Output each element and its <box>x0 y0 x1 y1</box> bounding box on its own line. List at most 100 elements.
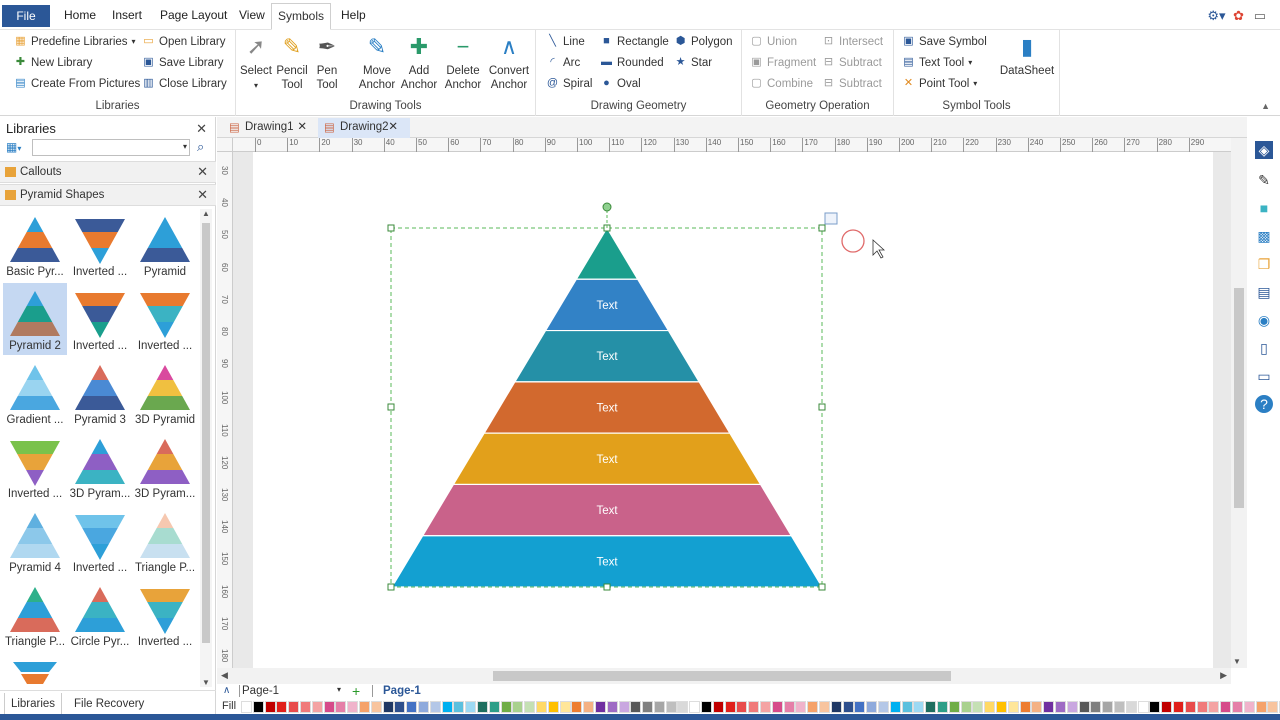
close-icon[interactable]: ✕ <box>297 118 307 136</box>
tab-drawing1[interactable]: ▤ Drawing1 ✕ <box>223 118 313 138</box>
pyramid-level-text[interactable]: Text <box>596 454 618 466</box>
color-swatch[interactable] <box>783 701 795 713</box>
library-shape[interactable]: Pyramid 2 <box>3 283 67 355</box>
color-swatch[interactable] <box>866 701 878 713</box>
library-shape[interactable]: Pyramid 3 <box>68 357 132 429</box>
color-swatch[interactable] <box>264 701 276 713</box>
color-swatch[interactable] <box>299 701 311 713</box>
color-swatch[interactable] <box>1196 701 1208 713</box>
line-button[interactable]: ╲ Line <box>546 35 585 48</box>
fill-icon[interactable]: ◈ <box>1255 141 1273 159</box>
color-swatch[interactable] <box>1149 701 1161 713</box>
close-icon[interactable]: ✕ <box>197 185 208 205</box>
color-swatch[interactable] <box>1031 701 1043 713</box>
library-shape[interactable]: Triangle P... <box>3 579 67 651</box>
color-swatch[interactable] <box>252 701 264 713</box>
scroll-down-icon[interactable]: ▼ <box>1233 657 1241 666</box>
pyramid-level-text[interactable]: Text <box>596 403 618 415</box>
delete-anchor-button[interactable]: − Delete Anchor <box>442 32 484 92</box>
resize-handle[interactable] <box>818 403 826 411</box>
color-swatch[interactable] <box>406 701 418 713</box>
color-swatch[interactable] <box>571 701 583 713</box>
color-swatch[interactable] <box>771 701 783 713</box>
menu-help[interactable]: Help <box>341 8 366 22</box>
color-swatch[interactable] <box>795 701 807 713</box>
rectangle-button[interactable]: ■ Rectangle <box>600 35 669 48</box>
color-swatch[interactable] <box>441 701 453 713</box>
color-swatch[interactable] <box>1184 701 1196 713</box>
library-shape[interactable]: Inverted ... <box>3 431 67 503</box>
library-shape[interactable]: Inverted ... <box>133 579 197 651</box>
color-swatch[interactable] <box>889 701 901 713</box>
intersect-button[interactable]: ⊡ Intersect <box>822 35 883 48</box>
color-swatch[interactable] <box>512 701 524 713</box>
color-swatch[interactable] <box>819 701 831 713</box>
color-swatch[interactable] <box>1255 701 1267 713</box>
tab-drawing2[interactable]: ▤ Drawing2 ✕ <box>318 118 410 138</box>
library-shape[interactable]: 3D Pyram... <box>133 431 197 503</box>
menu-home[interactable]: Home <box>64 8 96 22</box>
close-library-button[interactable]: ▥ Close Library <box>142 77 226 90</box>
color-swatch[interactable] <box>1007 701 1019 713</box>
pen-tool-button[interactable]: ✒ Pen Tool <box>310 32 344 92</box>
close-icon[interactable]: ✕ <box>197 162 208 182</box>
color-swatch[interactable] <box>465 701 477 713</box>
color-swatch[interactable] <box>1078 701 1090 713</box>
pyramid-level-text[interactable]: Text <box>596 505 618 517</box>
color-swatch[interactable] <box>335 701 347 713</box>
resize-handle[interactable] <box>387 403 395 411</box>
scroll-down-icon[interactable]: ▼ <box>200 678 212 687</box>
library-shape[interactable]: Inverted ... <box>133 283 197 355</box>
color-swatch[interactable] <box>535 701 547 713</box>
floating-menu-icon[interactable] <box>824 212 838 225</box>
library-shape[interactable]: Basic Pyr... <box>3 209 67 281</box>
color-swatch[interactable] <box>736 701 748 713</box>
section-pyramid-shapes[interactable]: Pyramid Shapes ✕ <box>0 184 216 206</box>
subtract-button[interactable]: ⊟ Subtract <box>822 56 882 69</box>
scroll-right-icon[interactable]: ▶ <box>1220 670 1227 681</box>
restore-icon[interactable]: ▭ <box>1254 8 1266 23</box>
menu-insert[interactable]: Insert <box>112 8 142 22</box>
union-button[interactable]: ▢ Union <box>750 35 797 48</box>
color-swatch[interactable] <box>830 701 842 713</box>
line-style-icon[interactable]: ✎ <box>1255 171 1273 189</box>
rotate-handle[interactable] <box>602 202 612 212</box>
color-swatch[interactable] <box>1243 701 1255 713</box>
page-icon[interactable]: ▤ <box>1255 283 1273 301</box>
new-library-button[interactable]: ✚ New Library <box>14 56 92 69</box>
collapse-ribbon-icon[interactable]: ▲ <box>1261 101 1270 111</box>
drawing-page[interactable]: Text Text Text Text Text Text <box>253 152 1213 668</box>
color-swatch[interactable] <box>358 701 370 713</box>
color-swatch[interactable] <box>1137 701 1149 713</box>
spiral-button[interactable]: @ Spiral <box>546 77 593 90</box>
tab-libraries[interactable]: Libraries <box>4 693 62 715</box>
library-dropdown-icon[interactable]: ▦▾ <box>6 140 21 154</box>
sidebar-scrollbar[interactable]: ▲ ▼ <box>200 209 212 687</box>
color-swatch[interactable] <box>1066 701 1078 713</box>
color-swatch[interactable] <box>394 701 406 713</box>
add-anchor-button[interactable]: ✚ Add Anchor <box>399 32 439 92</box>
settings-icon[interactable]: ⚙▾ <box>1207 8 1225 23</box>
document-icon[interactable]: ▯ <box>1255 339 1273 357</box>
convert-anchor-button[interactable]: ∧ Convert Anchor <box>486 32 532 92</box>
chevron-up-icon[interactable]: ∧ <box>223 685 230 696</box>
text-tool-button[interactable]: ▤ Text Tool ▾ <box>902 56 972 69</box>
globe-icon[interactable]: ◉ <box>1255 311 1273 329</box>
comment-icon[interactable]: ▭ <box>1255 367 1273 385</box>
library-shape[interactable]: Triangle P... <box>133 505 197 577</box>
color-swatch[interactable] <box>1102 701 1114 713</box>
combine-button[interactable]: ▢ Combine <box>750 77 813 90</box>
color-swatch[interactable] <box>1231 701 1243 713</box>
move-anchor-button[interactable]: ✎ Move Anchor <box>356 32 398 92</box>
color-swatch[interactable] <box>323 701 335 713</box>
color-swatch[interactable] <box>1220 701 1232 713</box>
oval-button[interactable]: ● Oval <box>600 77 640 90</box>
menu-page-layout[interactable]: Page Layout <box>160 8 227 22</box>
menu-symbols[interactable]: Symbols <box>271 3 331 30</box>
color-swatch[interactable] <box>1125 701 1137 713</box>
color-swatch[interactable] <box>276 701 288 713</box>
datasheet-button[interactable]: ▮ DataSheet <box>998 32 1056 78</box>
pyramid-diagram[interactable]: Text Text Text Text Text Text <box>253 152 1213 668</box>
open-library-button[interactable]: ▭ Open Library <box>142 35 225 48</box>
scroll-left-icon[interactable]: ◀ <box>221 670 228 681</box>
